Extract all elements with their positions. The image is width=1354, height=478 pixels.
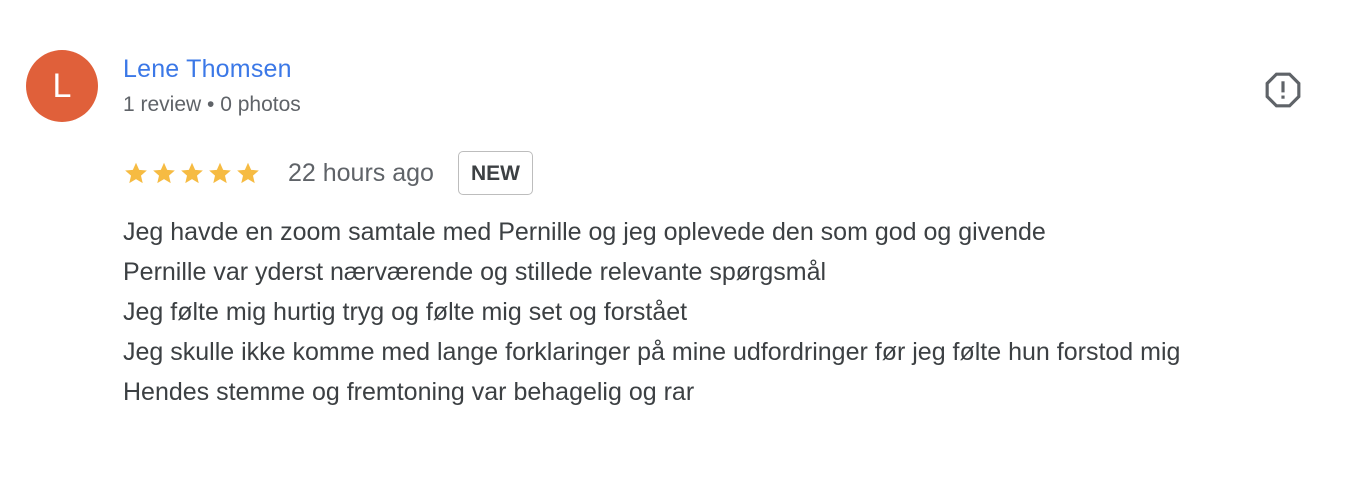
review-text-line: Jeg skulle ikke komme med lange forklari… [123, 338, 1181, 366]
author-name-link[interactable]: Lene Thomsen [123, 55, 292, 84]
review-text-line: Pernille var yderst nærværende og stille… [123, 258, 827, 286]
star-icon [209, 162, 231, 184]
star-rating [123, 160, 261, 186]
star-icon [125, 162, 147, 184]
review-text-line: Jeg følte mig hurtig tryg og følte mig s… [123, 298, 688, 326]
review-text-line: Jeg havde en zoom samtale med Pernille o… [123, 218, 1046, 246]
report-flag-icon[interactable] [1264, 71, 1302, 109]
author-meta: 1 review • 0 photos [123, 93, 301, 116]
star-icon [153, 162, 175, 184]
star-icon [181, 162, 203, 184]
star-icon [237, 162, 259, 184]
avatar-letter: L [52, 66, 72, 105]
review-text-line: Hendes stemme og fremtoning var behageli… [123, 378, 695, 406]
review-text: Jeg havde en zoom samtale med Pernille o… [123, 212, 1313, 412]
review-time: 22 hours ago [288, 158, 434, 187]
new-badge: NEW [457, 151, 533, 195]
review-card: L Lene Thomsen 1 review • 0 photos 22 ho… [0, 0, 1354, 478]
rating-row: 22 hours ago NEW [123, 150, 533, 196]
avatar[interactable]: L [26, 50, 98, 122]
